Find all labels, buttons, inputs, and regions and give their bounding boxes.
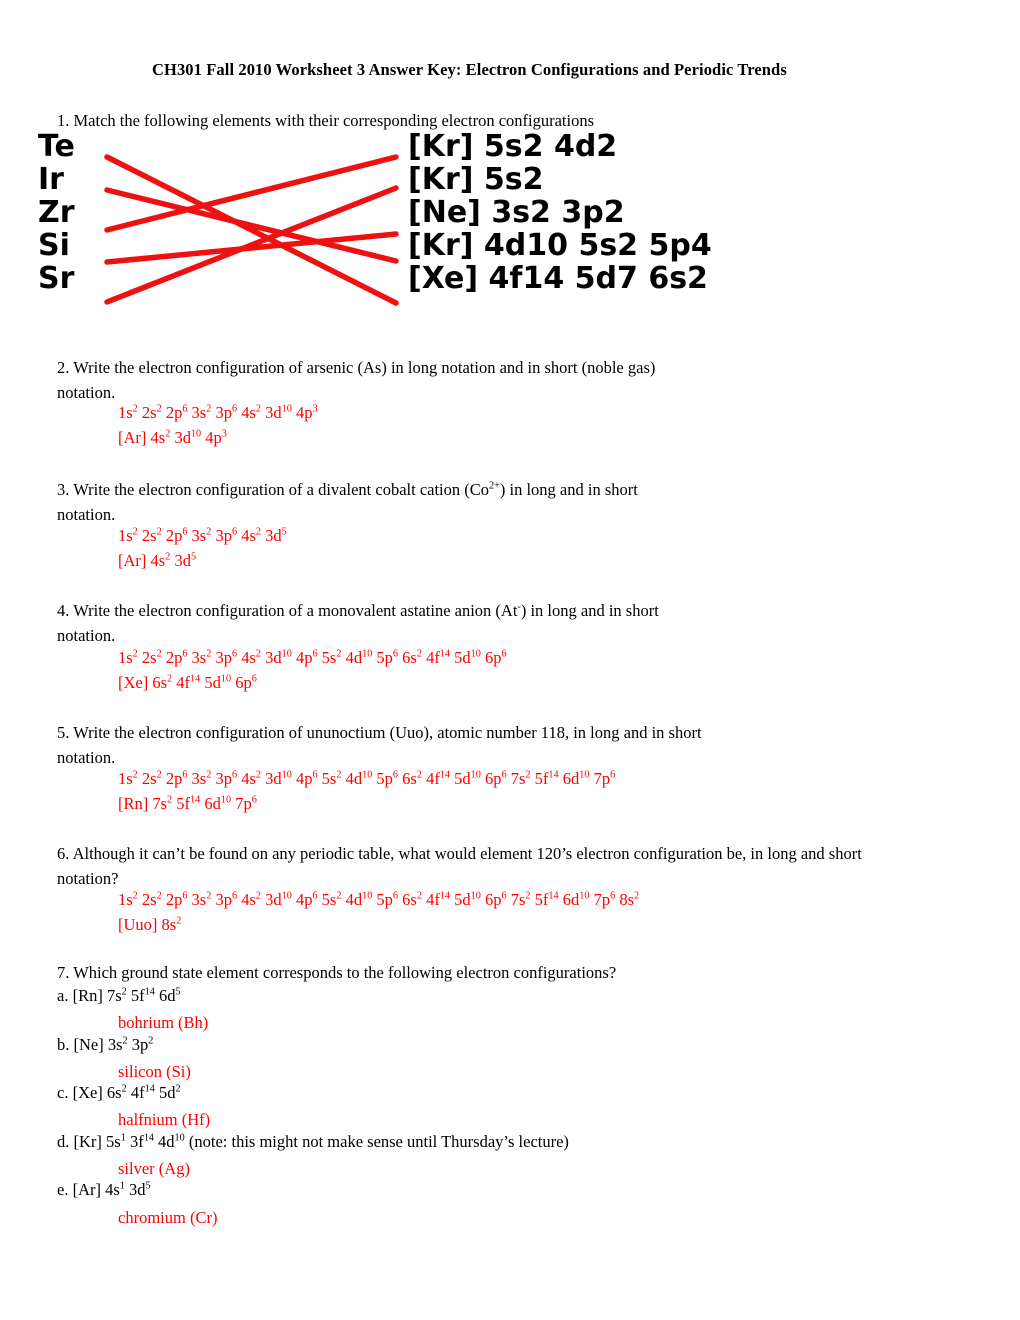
matching-elements-column: Te Ir Zr Si Sr bbox=[38, 130, 108, 295]
matching-configurations-column: [Kr] 5s2 4d2 [Kr] 5s2 [Ne] 3s2 3p2 [Kr] … bbox=[408, 129, 712, 296]
question-6-prompt-line2: notation? bbox=[57, 869, 119, 888]
question-3-answer-short: [Ar] 4s2 3d5 bbox=[118, 551, 197, 570]
question-2-answer-short: [Ar] 4s2 3d10 4p3 bbox=[118, 428, 227, 447]
question-4-answer-short: [Xe] 6s2 4f14 5d10 6p6 bbox=[118, 673, 257, 692]
question-6-answer-long: 1s2 2s2 2p6 3s2 3p6 4s2 3d10 4p6 5s2 4d1… bbox=[118, 890, 640, 909]
question-5-answer-long: 1s2 2s2 2p6 3s2 3p6 4s2 3d10 4p6 5s2 4d1… bbox=[118, 769, 616, 788]
question-4-prompt-line2: notation. bbox=[57, 626, 116, 645]
page-title: CH301 Fall 2010 Worksheet 3 Answer Key: … bbox=[152, 60, 787, 79]
question-7-prompt: 7. Which ground state element correspond… bbox=[57, 963, 617, 982]
question-7b-label: b. [Ne] 3s2 3p2 bbox=[57, 1035, 154, 1054]
match-config-0: [Kr] 5s2 4d2 bbox=[408, 129, 618, 164]
question-5-answer-short: [Rn] 7s2 5f14 6d10 7p6 bbox=[118, 794, 257, 813]
match-element-1: Ir bbox=[38, 162, 64, 197]
question-7c-label: c. [Xe] 6s2 4f14 5d2 bbox=[57, 1083, 181, 1102]
question-2-prompt-line1: 2. Write the electron configuration of a… bbox=[57, 358, 656, 377]
match-config-4: [Xe] 4f14 5d7 6s2 bbox=[408, 261, 708, 296]
question-2-prompt-line2: notation. bbox=[57, 383, 116, 402]
question-3-answer-long: 1s2 2s2 2p6 3s2 3p6 4s2 3d5 bbox=[118, 526, 287, 545]
match-element-3: Si bbox=[38, 228, 70, 263]
match-line-sr bbox=[104, 185, 399, 305]
match-config-3: [Kr] 4d10 5s2 5p4 bbox=[408, 228, 712, 263]
question-5-prompt-line1: 5. Write the electron configuration of u… bbox=[57, 723, 702, 742]
question-3-prompt-line2: notation. bbox=[57, 505, 116, 524]
question-4-prompt-line1: 4. Write the electron configuration of a… bbox=[57, 601, 659, 620]
question-3-prompt-line1: 3. Write the electron configuration of a… bbox=[57, 480, 638, 499]
question-6-prompt-line1: 6. Although it can’t be found on any per… bbox=[57, 844, 862, 863]
question-6-answer-short: [Uuo] 8s2 bbox=[118, 915, 182, 934]
match-element-4: Sr bbox=[38, 261, 75, 296]
match-line-zr bbox=[104, 154, 399, 233]
match-config-1: [Kr] 5s2 bbox=[408, 162, 544, 197]
match-element-0: Te bbox=[38, 129, 75, 164]
question-7a-label: a. [Rn] 7s2 5f14 6d5 bbox=[57, 986, 181, 1005]
match-config-2: [Ne] 3s2 3p2 bbox=[408, 195, 625, 230]
question-5-prompt-line2: notation. bbox=[57, 748, 116, 767]
question-4-answer-long: 1s2 2s2 2p6 3s2 3p6 4s2 3d10 4p6 5s2 4d1… bbox=[118, 648, 507, 667]
match-element-2: Zr bbox=[38, 195, 75, 230]
matching-diagram: Te Ir Zr Si Sr [Kr] 5s2 4d2 [Kr] 5s2 [Ne… bbox=[38, 130, 712, 325]
question-7d-label: d. [Kr] 5s1 3f14 4d10 (note: this might … bbox=[57, 1132, 569, 1151]
question-7e-label: e. [Ar] 4s1 3d5 bbox=[57, 1180, 151, 1199]
question-2-answer-long: 1s2 2s2 2p6 3s2 3p6 4s2 3d10 4p3 bbox=[118, 403, 318, 422]
match-line-te bbox=[104, 154, 399, 306]
question-7e-answer: chromium (Cr) bbox=[118, 1208, 218, 1227]
worksheet-page: CH301 Fall 2010 Worksheet 3 Answer Key: … bbox=[0, 0, 1020, 1320]
